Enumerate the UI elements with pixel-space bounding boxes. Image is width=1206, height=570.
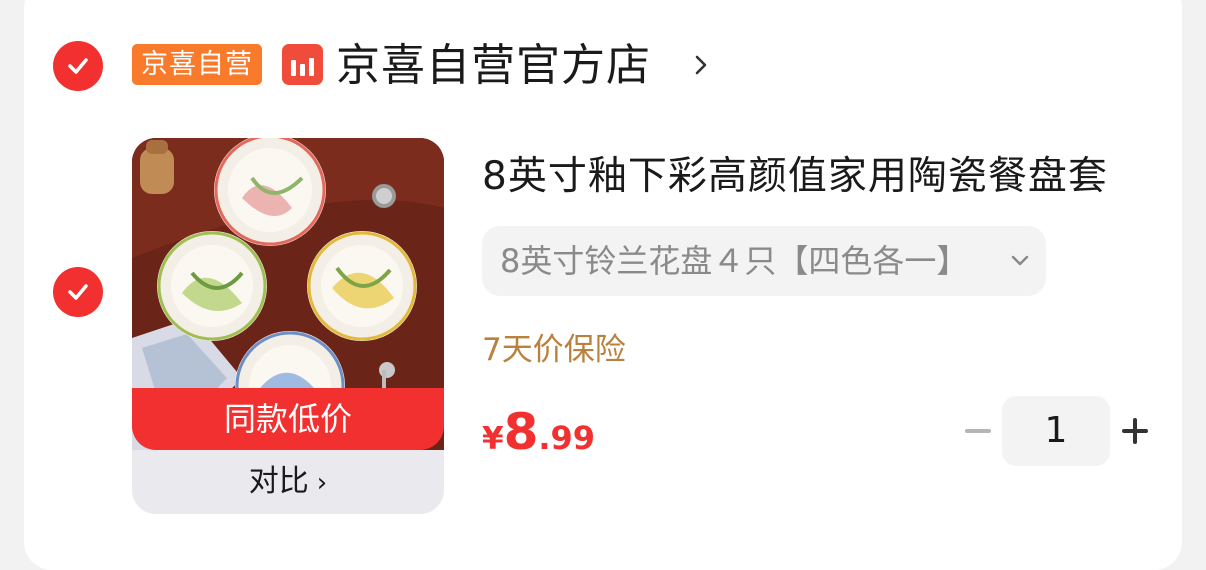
currency-symbol: ¥ xyxy=(482,421,504,457)
chevron-right-icon[interactable] xyxy=(690,52,712,78)
decrease-quantity-button[interactable] xyxy=(963,416,993,446)
check-icon xyxy=(68,284,88,300)
compare-button[interactable]: 对比 › xyxy=(132,450,444,514)
product-price: ¥8.99 xyxy=(482,402,595,474)
spec-label: 8英寸铃兰花盘４只【四色各一】 xyxy=(500,242,969,280)
compare-label: 对比 xyxy=(248,464,309,499)
chevron-down-icon xyxy=(1011,255,1029,266)
quantity-input[interactable]: 1 xyxy=(1002,396,1110,466)
spec-selector[interactable]: 8英寸铃兰花盘４只【四色各一】 xyxy=(482,226,1046,296)
shop-logo-icon xyxy=(282,44,323,85)
price-protection-tag[interactable]: 7天价保险 xyxy=(482,328,626,372)
item-select-checkbox[interactable] xyxy=(53,267,103,317)
increase-quantity-button[interactable] xyxy=(1120,416,1150,446)
product-title[interactable]: 8英寸釉下彩高颜值家用陶瓷餐盘套 xyxy=(482,148,1108,206)
shop-name[interactable]: 京喜自营官方店 xyxy=(336,36,651,96)
price-decimal: .99 xyxy=(538,419,596,457)
price-integer: 8 xyxy=(503,403,539,461)
same-item-low-price-banner: 同款低价 xyxy=(132,388,444,450)
shop-select-checkbox[interactable] xyxy=(53,41,103,91)
check-icon xyxy=(68,58,88,74)
product-image[interactable]: 同款低价 对比 › xyxy=(132,138,444,514)
self-operated-badge: 京喜自营 xyxy=(132,44,262,85)
chevron-right-icon: › xyxy=(316,468,328,498)
